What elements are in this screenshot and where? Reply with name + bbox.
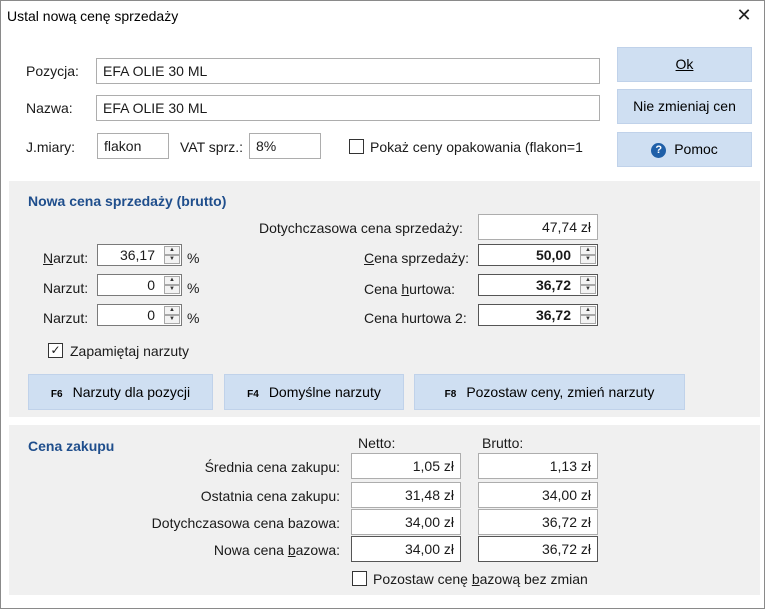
cena-hurtowa2-value: 36,72 [535, 307, 571, 323]
percent-sign-1: % [187, 250, 200, 266]
spin-up-icon[interactable]: ▲ [164, 306, 180, 315]
narzut-value-1: 36,17 [119, 247, 155, 263]
srednia-cena-label: Średnia cena zakupu: [204, 459, 340, 475]
ok-button[interactable]: Ok [617, 47, 752, 82]
spin-up-icon[interactable]: ▲ [580, 276, 596, 285]
ostatnia-cena-label: Ostatnia cena zakupu: [200, 488, 340, 504]
cena-hurtowa-stepper[interactable]: 36,72 ▲ ▼ [478, 274, 598, 296]
brutto-header: Brutto: [482, 435, 524, 451]
cena-hurtowa-value: 36,72 [535, 277, 571, 293]
narzut-value-2: 0 [147, 277, 155, 293]
jmiary-label: J.miary: [26, 139, 75, 155]
narzut-value-3: 0 [147, 307, 155, 323]
ostatnia-brutto-field: 34,00 zł [478, 482, 598, 508]
nie-zmieniaj-button-label: Nie zmieniaj cen [633, 98, 736, 114]
nie-zmieniaj-button[interactable]: Nie zmieniaj cen [617, 89, 752, 124]
cena-sprzedazy-spinner[interactable]: ▲ ▼ [580, 246, 596, 264]
ostatnia-netto-field: 31,48 zł [351, 482, 461, 508]
zapamietaj-checkbox[interactable]: ✓ [48, 343, 63, 358]
dotychczasowa-bazowa-netto-field: 34,00 zł [351, 509, 461, 535]
dotychczasowa-cena-field: 47,74 zł [478, 214, 598, 240]
nowa-bazowa-netto-field[interactable]: 34,00 zł [351, 536, 461, 562]
cena-sprzedazy-stepper[interactable]: 50,00 ▲ ▼ [478, 244, 598, 266]
narzut-stepper-3[interactable]: 0 ▲ ▼ [97, 304, 182, 326]
close-icon[interactable]: ✕ [733, 4, 755, 26]
nowa-cena-title: Nowa cena sprzedaży (brutto) [28, 193, 227, 209]
narzut-stepper-1[interactable]: 36,17 ▲ ▼ [97, 244, 182, 266]
help-icon: ? [651, 142, 667, 158]
spin-up-icon[interactable]: ▲ [164, 276, 180, 285]
domyslne-narzuty-button[interactable]: F4 Domyślne narzuty [224, 374, 404, 410]
spin-up-icon[interactable]: ▲ [164, 246, 180, 255]
cena-hurtowa2-spinner[interactable]: ▲ ▼ [580, 306, 596, 324]
percent-sign-3: % [187, 310, 200, 326]
vat-label: VAT sprz.: [180, 139, 244, 155]
nowa-bazowa-brutto-field[interactable]: 36,72 zł [478, 536, 598, 562]
spin-down-icon[interactable]: ▼ [164, 285, 180, 294]
vat-field[interactable]: 8% [249, 133, 321, 159]
pomoc-button-label: Pomoc [674, 141, 718, 157]
spin-down-icon[interactable]: ▼ [164, 255, 180, 264]
narzut-label-3: Narzut: [43, 310, 89, 326]
cena-hurtowa2-stepper[interactable]: 36,72 ▲ ▼ [478, 304, 598, 326]
narzut-spinner-1[interactable]: ▲ ▼ [164, 246, 180, 264]
spin-down-icon[interactable]: ▼ [164, 315, 180, 324]
pomoc-button[interactable]: ? Pomoc [617, 132, 752, 167]
zapamietaj-label: Zapamiętaj narzuty [70, 343, 190, 359]
pozycja-field[interactable]: EFA OLIE 30 ML [96, 58, 600, 84]
ok-button-label: Ok [675, 56, 694, 72]
pozostaw-ceny-label: Pozostaw ceny, zmień narzuty [466, 384, 655, 400]
jmiary-field[interactable]: flakon [97, 133, 169, 159]
spin-up-icon[interactable]: ▲ [580, 306, 596, 315]
spin-down-icon[interactable]: ▼ [580, 285, 596, 294]
cena-hurtowa-spinner[interactable]: ▲ ▼ [580, 276, 596, 294]
window-title: Ustal nową cenę sprzedaży [7, 8, 179, 24]
f4-key: F4 [247, 389, 259, 400]
check-icon: ✓ [50, 343, 61, 357]
dotychczasowa-bazowa-brutto-field: 36,72 zł [478, 509, 598, 535]
narzut-spinner-3[interactable]: ▲ ▼ [164, 306, 180, 324]
f6-key: F6 [50, 389, 63, 400]
narzuty-dla-pozycji-button[interactable]: F6 Narzuty dla pozycji [28, 374, 213, 410]
cena-zakupu-title: Cena zakupu [28, 438, 115, 454]
nazwa-label: Nazwa: [26, 100, 73, 116]
dotychczasowa-bazowa-label: Dotychczasowa cena bazowa: [151, 515, 340, 531]
srednia-brutto-field: 1,13 zł [478, 453, 598, 479]
domyslne-narzuty-label: Domyślne narzuty [268, 384, 381, 400]
cena-sprzedazy-value: 50,00 [535, 247, 571, 263]
cena-hurtowa-label: Cena hurtowa: [364, 281, 456, 297]
spin-down-icon[interactable]: ▼ [580, 255, 596, 264]
narzuty-dla-pozycji-label: Narzuty dla pozycji [72, 384, 191, 400]
cena-hurtowa2-label: Cena hurtowa 2: [364, 310, 467, 326]
dotychczasowa-cena-label: Dotychczasowa cena sprzedaży: [259, 220, 463, 236]
narzut-label-1: Narzut: [43, 250, 89, 266]
pozycja-label: Pozycja: [26, 63, 79, 79]
narzut-stepper-2[interactable]: 0 ▲ ▼ [97, 274, 182, 296]
nazwa-field[interactable]: EFA OLIE 30 ML [96, 95, 600, 121]
cena-sprzedazy-label: Cena sprzedaży: [364, 250, 470, 266]
srednia-netto-field: 1,05 zł [351, 453, 461, 479]
narzut-spinner-2[interactable]: ▲ ▼ [164, 276, 180, 294]
pozostaw-bazowa-checkbox[interactable] [352, 571, 367, 586]
f8-key: F8 [444, 389, 457, 400]
nowa-bazowa-label: Nowa cena bazowa: [213, 542, 340, 558]
narzut-label-2: Narzut: [43, 280, 89, 296]
pozostaw-ceny-button[interactable]: F8 Pozostaw ceny, zmień narzuty [414, 374, 685, 410]
netto-header: Netto: [358, 435, 396, 451]
pokaz-ceny-label: Pokaż ceny opakowania (flakon=1 [370, 139, 583, 155]
percent-sign-2: % [187, 280, 200, 296]
pokaz-ceny-checkbox[interactable] [349, 139, 364, 154]
spin-down-icon[interactable]: ▼ [580, 315, 596, 324]
spin-up-icon[interactable]: ▲ [580, 246, 596, 255]
pozostaw-bazowa-label: Pozostaw cenę bazową bez zmian [373, 571, 588, 587]
